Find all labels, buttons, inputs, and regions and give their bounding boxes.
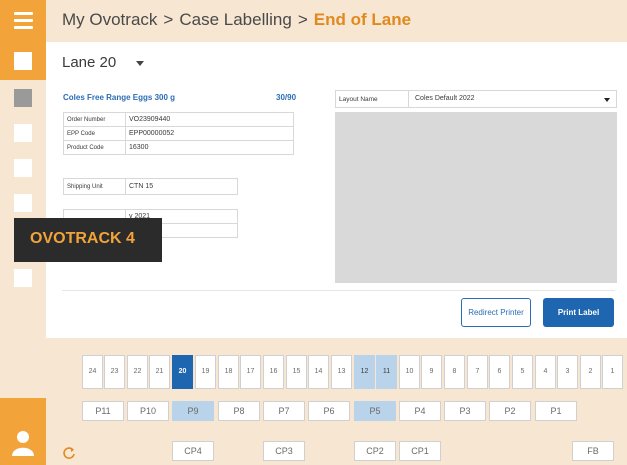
lane-cell-14[interactable]: 14 bbox=[308, 355, 329, 389]
lane-cell-5[interactable]: 5 bbox=[512, 355, 533, 389]
cp-cell-cp2[interactable]: CP2 bbox=[354, 441, 396, 461]
rail-item-3[interactable] bbox=[14, 124, 32, 142]
pallet-cell-p10[interactable]: P10 bbox=[127, 401, 169, 421]
main-panel: Lane 20 Coles Free Range Eggs 300 g 30/9… bbox=[46, 42, 627, 338]
user-button[interactable] bbox=[0, 398, 46, 465]
rail-square-icon bbox=[14, 52, 32, 70]
lane-cell-12[interactable]: 12 bbox=[354, 355, 375, 389]
pallet-cell-p7[interactable]: P7 bbox=[263, 401, 305, 421]
layout-name-label: Layout Name bbox=[335, 90, 409, 108]
pallet-cell-p3[interactable]: P3 bbox=[444, 401, 486, 421]
lane-cell-4[interactable]: 4 bbox=[535, 355, 556, 389]
rail-item-4[interactable] bbox=[14, 159, 32, 177]
lane-cell-7[interactable]: 7 bbox=[467, 355, 488, 389]
table-row: Shipping Unit CTN 15 bbox=[63, 178, 238, 195]
lane-select[interactable]: Lane 20 bbox=[62, 54, 116, 71]
pallet-cell-p8[interactable]: P8 bbox=[218, 401, 260, 421]
table-row: Product Code 16300 bbox=[63, 140, 294, 155]
lane-cell-21[interactable]: 21 bbox=[149, 355, 170, 389]
pallet-cell-p11[interactable]: P11 bbox=[82, 401, 124, 421]
label-preview bbox=[335, 112, 617, 283]
lane-cell-11[interactable]: 11 bbox=[376, 355, 397, 389]
pallet-cell-p2[interactable]: P2 bbox=[489, 401, 531, 421]
rail-item-2[interactable] bbox=[14, 89, 32, 107]
lane-cell-6[interactable]: 6 bbox=[489, 355, 510, 389]
pallet-cell-p6[interactable]: P6 bbox=[308, 401, 350, 421]
refresh-icon[interactable] bbox=[62, 446, 76, 460]
rail-item-6[interactable] bbox=[14, 269, 32, 287]
details-table: Order Number VO23909440 EPP Code EPP000000… bbox=[63, 112, 294, 155]
lane-cell-20[interactable]: 20 bbox=[172, 355, 193, 389]
redirect-printer-button[interactable]: Redirect Printer bbox=[461, 298, 531, 327]
lane-cell-18[interactable]: 18 bbox=[218, 355, 239, 389]
detail-key: Product Code bbox=[63, 140, 126, 155]
header: My Ovotrack > Case Labelling > End of Lane bbox=[46, 0, 627, 42]
lane-cell-19[interactable]: 19 bbox=[195, 355, 216, 389]
cp-cell-cp3[interactable]: CP3 bbox=[263, 441, 305, 461]
divider bbox=[62, 290, 615, 291]
layout-name-value: Coles Default 2022 bbox=[415, 95, 475, 102]
breadcrumb-separator: > bbox=[297, 10, 308, 29]
shipping-table: Shipping Unit CTN 15 bbox=[63, 178, 238, 195]
breadcrumb-current: End of Lane bbox=[313, 10, 412, 29]
lane-cell-8[interactable]: 8 bbox=[444, 355, 465, 389]
rail-item-5[interactable] bbox=[14, 194, 32, 212]
lane-cell-24[interactable]: 24 bbox=[82, 355, 103, 389]
lane-cell-2[interactable]: 2 bbox=[580, 355, 601, 389]
product-count: 30/90 bbox=[276, 93, 297, 102]
breadcrumb-separator: > bbox=[163, 10, 174, 29]
lane-cell-17[interactable]: 17 bbox=[240, 355, 261, 389]
lane-grid: 24 23 22 21 20 19 18 17 16 15 14 13 12 11 10 9 8 7 6 5 4 3 2 1 P… bbox=[46, 338, 627, 465]
rail-item-active[interactable] bbox=[0, 42, 46, 80]
pallet-cell-p9[interactable]: P9 bbox=[172, 401, 214, 421]
ovotrack-badge: OVOTRACK 4 bbox=[14, 218, 162, 262]
chevron-down-icon bbox=[604, 98, 610, 102]
table-row: Order Number VO23909440 bbox=[63, 112, 294, 127]
lane-cell-13[interactable]: 13 bbox=[331, 355, 352, 389]
lane-cell-9[interactable]: 9 bbox=[421, 355, 442, 389]
cp-cell-cp1[interactable]: CP1 bbox=[399, 441, 441, 461]
table-row: EPP Code EPP00000052 bbox=[63, 126, 294, 141]
lane-cell-23[interactable]: 23 bbox=[104, 355, 125, 389]
lane-cell-22[interactable]: 22 bbox=[127, 355, 148, 389]
breadcrumb-my-ovotrack[interactable]: My Ovotrack bbox=[62, 10, 157, 29]
lane-cell-3[interactable]: 3 bbox=[557, 355, 578, 389]
cp-cell-cp4[interactable]: CP4 bbox=[172, 441, 214, 461]
product-name: Coles Free Range Eggs 300 g bbox=[63, 93, 176, 102]
layout-name-select[interactable]: Coles Default 2022 bbox=[408, 90, 617, 108]
detail-value: VO23909440 bbox=[125, 112, 294, 127]
user-icon bbox=[12, 431, 34, 456]
chevron-down-icon[interactable] bbox=[136, 61, 144, 66]
breadcrumb-case-labelling[interactable]: Case Labelling bbox=[179, 10, 291, 29]
lane-cell-10[interactable]: 10 bbox=[399, 355, 420, 389]
pallet-cell-p5[interactable]: P5 bbox=[354, 401, 396, 421]
breadcrumb: My Ovotrack > Case Labelling > End of Lane bbox=[62, 10, 411, 30]
shipping-key: Shipping Unit bbox=[63, 178, 126, 195]
shipping-value: CTN 15 bbox=[125, 178, 238, 195]
detail-key: Order Number bbox=[63, 112, 126, 127]
detail-key: EPP Code bbox=[63, 126, 126, 141]
lane-cell-15[interactable]: 15 bbox=[286, 355, 307, 389]
fb-cell[interactable]: FB bbox=[572, 441, 614, 461]
detail-value: 16300 bbox=[125, 140, 294, 155]
menu-icon[interactable] bbox=[0, 0, 46, 42]
pallet-cell-p1[interactable]: P1 bbox=[535, 401, 577, 421]
pallet-cell-p4[interactable]: P4 bbox=[399, 401, 441, 421]
detail-value: EPP00000052 bbox=[125, 126, 294, 141]
lane-cell-1[interactable]: 1 bbox=[602, 355, 623, 389]
lane-cell-16[interactable]: 16 bbox=[263, 355, 284, 389]
print-label-button[interactable]: Print Label bbox=[543, 298, 614, 327]
